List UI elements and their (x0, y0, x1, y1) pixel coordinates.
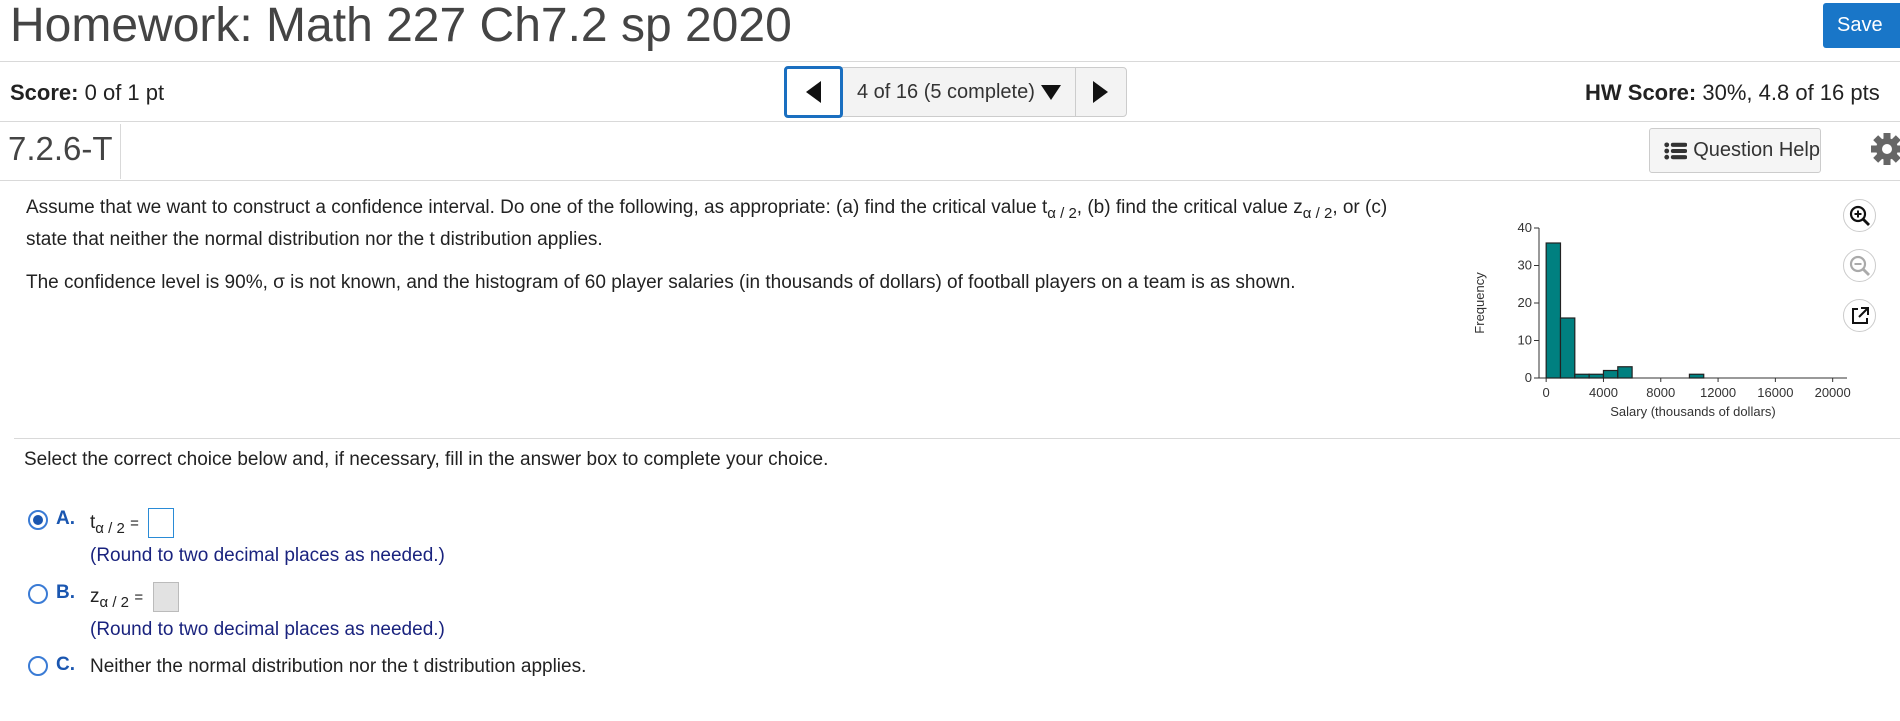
question-position-text: 4 of 16 (5 complete) (857, 80, 1035, 103)
zoom-out-button[interactable] (1843, 249, 1876, 282)
y-tick-label: 30 (1518, 258, 1532, 273)
x-tick-label: 12000 (1700, 385, 1736, 400)
histogram-bar (1617, 366, 1633, 379)
option-b-radio[interactable] (28, 584, 48, 604)
option-c-text: Neither the normal distribution nor the … (90, 656, 587, 677)
subscript: α / 2 (99, 594, 130, 611)
zoom-out-icon (1849, 255, 1870, 276)
divider (14, 438, 1900, 439)
equals-sign: = (130, 515, 139, 532)
question-help-button[interactable]: Question Help (1649, 128, 1821, 173)
divider (0, 180, 1900, 181)
y-tick-label: 0 (1525, 370, 1532, 385)
option-b-answer-input[interactable] (153, 582, 179, 612)
popout-button[interactable] (1843, 299, 1876, 332)
option-c-radio[interactable] (28, 656, 48, 676)
divider (0, 121, 1900, 122)
x-tick-label: 8000 (1646, 385, 1675, 400)
divider (120, 124, 121, 179)
list-icon (1664, 141, 1688, 160)
subscript: α / 2 (1302, 205, 1333, 222)
histogram-bar (1574, 373, 1590, 379)
option-a-answer-input[interactable] (148, 508, 174, 538)
popout-icon (1851, 306, 1869, 324)
y-tick-label: 10 (1518, 333, 1532, 348)
option-a-letter: A. (56, 508, 75, 529)
subscript: α / 2 (1047, 205, 1077, 222)
next-question-button[interactable] (1074, 67, 1127, 117)
question-select-dropdown[interactable]: 4 of 16 (5 complete) (841, 67, 1075, 117)
hw-score-value: 30%, 4.8 of 16 pts (1702, 80, 1880, 105)
score-label: Score: (10, 80, 79, 105)
histogram-bar (1545, 242, 1562, 379)
histogram-bar (1588, 373, 1605, 379)
x-tick-label: 0 (1543, 385, 1550, 400)
equals-sign: = (134, 589, 144, 606)
question-navigator: 4 of 16 (5 complete) (784, 66, 1127, 118)
salary-histogram: 0 10 20 30 40 0 4000 8000 12000 16000 20000 Salary … (1472, 220, 1851, 419)
title-bar: Homework: Math 227 Ch7.2 sp 2020 Save (0, 0, 1900, 58)
gear-icon[interactable] (1870, 130, 1900, 168)
chevron-right-icon (1093, 81, 1109, 103)
zoom-in-icon (1849, 205, 1870, 226)
option-a-expression: tα / 2 = (90, 512, 139, 537)
y-tick-label: 20 (1518, 295, 1532, 310)
option-a-radio[interactable] (28, 510, 48, 530)
option-b-hint: (Round to two decimal places as needed.) (90, 619, 445, 640)
divider (0, 61, 1900, 62)
score-value: 0 of 1 pt (84, 80, 165, 105)
x-tick-label: 4000 (1589, 385, 1618, 400)
y-tick-label: 40 (1518, 220, 1532, 235)
hw-score-label: HW Score: (1585, 80, 1697, 105)
prompt-text: Assume that we want to construct a confi… (26, 197, 1048, 218)
option-b-expression: zα / 2 = (90, 586, 144, 611)
option-b-variable: z (90, 586, 100, 607)
histogram-bar (1559, 317, 1576, 379)
score: Score: 0 of 1 pt (10, 80, 164, 106)
option-b-letter: B. (56, 582, 75, 603)
subscript: α / 2 (95, 520, 125, 537)
page-title: Homework: Math 227 Ch7.2 sp 2020 (10, 0, 792, 52)
previous-question-button[interactable] (784, 66, 843, 118)
question-text-line-2: state that neither the normal distributi… (26, 229, 603, 250)
question-id: 7.2.6-T (8, 130, 113, 167)
histogram-bar (1602, 369, 1619, 379)
caret-down-icon (1040, 84, 1061, 100)
hw-score: HW Score: 30%, 4.8 of 16 pts (1585, 80, 1880, 106)
zoom-in-button[interactable] (1843, 199, 1876, 232)
x-tick-label: 16000 (1757, 385, 1793, 400)
y-axis-label: Frequency (1472, 272, 1487, 334)
question-text-line-3: The confidence level is 90%, σ is not kn… (26, 272, 1296, 293)
prompt-text: , (b) find the critical value z (1076, 197, 1303, 218)
chevron-left-icon (806, 81, 821, 103)
question-help-label: Question Help (1693, 139, 1820, 161)
select-instructions: Select the correct choice below and, if … (24, 449, 829, 470)
histogram-bar (1688, 373, 1705, 379)
question-text-line-1: Assume that we want to construct a confi… (26, 197, 1388, 222)
save-button[interactable]: Save (1823, 3, 1900, 48)
prompt-text: , or (c) (1332, 197, 1388, 218)
x-axis-label: Salary (thousands of dollars) (1610, 404, 1775, 419)
option-a-hint: (Round to two decimal places as needed.) (90, 545, 445, 566)
x-tick-label: 20000 (1815, 385, 1851, 400)
option-c-letter: C. (56, 654, 75, 675)
